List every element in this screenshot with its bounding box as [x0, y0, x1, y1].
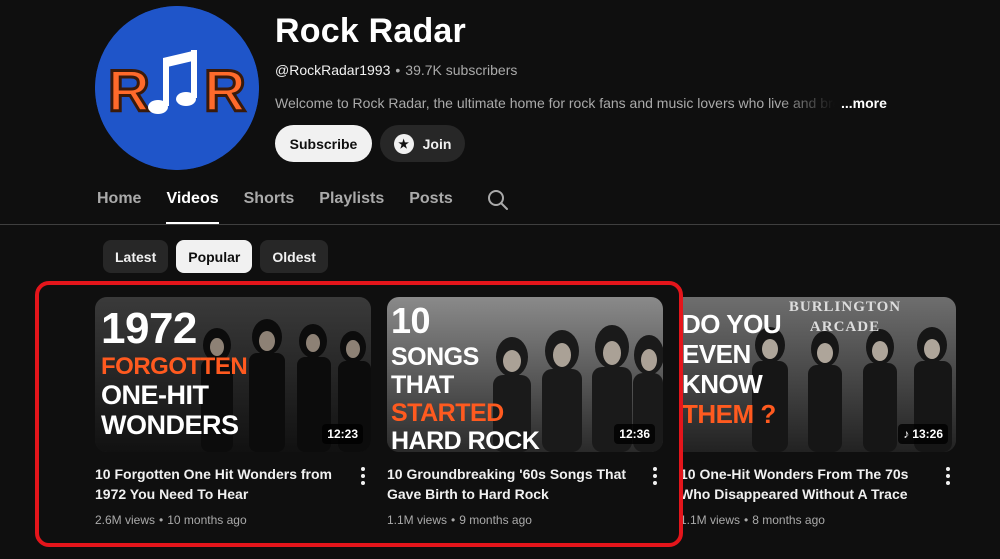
tab-shorts[interactable]: Shorts	[244, 188, 295, 224]
video-meta: 1.1M views • 9 months ago	[387, 513, 532, 527]
upload-age: 8 months ago	[752, 513, 825, 527]
upload-age: 9 months ago	[459, 513, 532, 527]
meta-separator: •	[395, 62, 401, 78]
sort-chips: Latest Popular Oldest	[103, 240, 328, 273]
more-options-icon[interactable]	[359, 467, 367, 485]
join-label: Join	[422, 135, 452, 152]
subscribe-button[interactable]: Subscribe	[275, 125, 372, 162]
join-button[interactable]: ★ Join	[380, 125, 465, 162]
video-card[interactable]: BURLINGTON ARCADE DO YOU EVEN KNOW THEM …	[680, 297, 956, 527]
video-meta: 2.6M views • 10 months ago	[95, 513, 247, 527]
video-card[interactable]: 10 SONGS THAT STARTED HARD ROCK 12:36 10…	[387, 297, 663, 527]
video-title[interactable]: 10 Groundbreaking '60s Songs That Gave B…	[387, 464, 635, 504]
subscriber-count: 39.7K subscribers	[405, 62, 518, 78]
rock-radar-logo: R R	[95, 6, 259, 170]
video-thumbnail[interactable]: 10 SONGS THAT STARTED HARD ROCK 12:36	[387, 297, 663, 452]
chip-latest[interactable]: Latest	[103, 240, 169, 273]
channel-meta: @RockRadar1993 • 39.7K subscribers	[275, 62, 517, 78]
video-card[interactable]: 1972 FORGOTTEN ONE-HIT WONDERS 12:23 10 …	[95, 297, 371, 527]
search-icon[interactable]	[486, 188, 510, 212]
tab-playlists[interactable]: Playlists	[319, 188, 384, 224]
thumbnail-caption: 10 SONGS THAT STARTED HARD ROCK	[391, 300, 540, 453]
chip-popular[interactable]: Popular	[176, 240, 253, 273]
tab-home[interactable]: Home	[97, 188, 141, 224]
channel-title: Rock Radar	[275, 12, 466, 50]
video-thumbnail[interactable]: BURLINGTON ARCADE DO YOU EVEN KNOW THEM …	[680, 297, 956, 452]
thumbnail-caption: 1972 FORGOTTEN ONE-HIT WONDERS	[101, 304, 248, 440]
avatar-letter-left: R	[108, 59, 150, 124]
chip-oldest[interactable]: Oldest	[260, 240, 328, 273]
thumbnail-caption: DO YOU EVEN KNOW THEM ?	[682, 309, 782, 429]
view-count: 2.6M views	[95, 513, 156, 527]
duration-badge: 12:36	[614, 424, 655, 444]
description-text: Welcome to Rock Radar, the ultimate home…	[275, 95, 835, 111]
upload-age: 10 months ago	[167, 513, 247, 527]
shop-sign: BURLINGTON ARCADE	[788, 299, 902, 335]
video-meta: 1.1M views • 8 months ago	[680, 513, 825, 527]
tab-videos[interactable]: Videos	[166, 188, 219, 224]
view-count: 1.1M views	[387, 513, 448, 527]
duration-badge: ♪ 13:26	[898, 424, 948, 444]
video-title[interactable]: 10 One-Hit Wonders From The 70s Who Disa…	[680, 464, 928, 504]
channel-avatar[interactable]: R R	[95, 6, 259, 170]
more-options-icon[interactable]	[944, 467, 952, 485]
music-note-icon: ♪	[903, 427, 910, 441]
view-count: 1.1M views	[680, 513, 741, 527]
tab-posts[interactable]: Posts	[409, 188, 453, 224]
more-link[interactable]: ...more	[841, 95, 887, 111]
channel-handle: @RockRadar1993	[275, 62, 391, 78]
video-title[interactable]: 10 Forgotten One Hit Wonders from 1972 Y…	[95, 464, 343, 504]
tabs-divider	[0, 224, 1000, 225]
star-icon: ★	[393, 133, 414, 154]
channel-description[interactable]: Welcome to Rock Radar, the ultimate home…	[275, 95, 895, 111]
avatar-letter-right: R	[204, 59, 246, 124]
duration-badge: 12:23	[322, 424, 363, 444]
video-thumbnail[interactable]: 1972 FORGOTTEN ONE-HIT WONDERS 12:23	[95, 297, 371, 452]
more-options-icon[interactable]	[651, 467, 659, 485]
channel-tabs: Home Videos Shorts Playlists Posts	[97, 188, 478, 224]
